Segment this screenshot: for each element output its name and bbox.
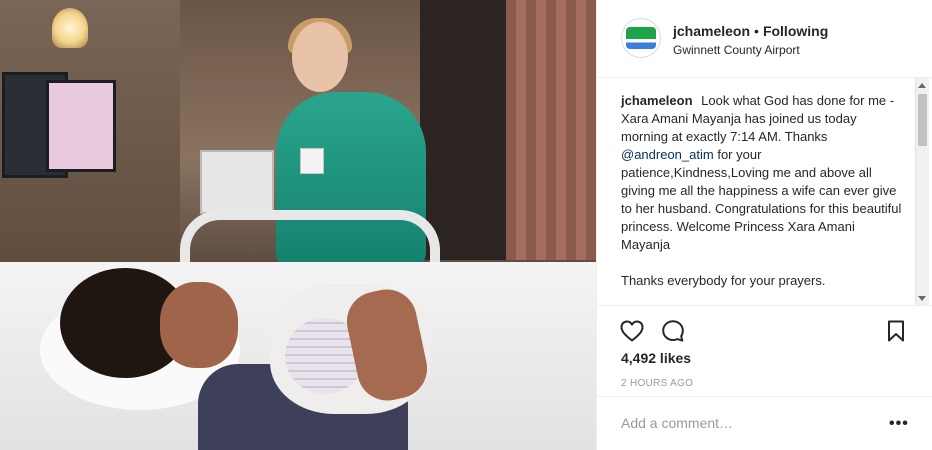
photo-scene-nurse-head <box>292 22 348 92</box>
post-location[interactable]: Gwinnett County Airport <box>673 43 800 57</box>
comment-button[interactable] <box>660 318 686 344</box>
like-button[interactable] <box>619 318 645 344</box>
add-comment-section: ••• <box>597 396 932 450</box>
photo-scene-badge <box>300 148 324 174</box>
caption-username[interactable]: jchameleon <box>621 93 693 108</box>
post-timestamp[interactable]: 2 HOURS AGO <box>621 378 693 389</box>
header-separator: • <box>754 23 759 39</box>
following-button[interactable]: Following <box>763 23 828 39</box>
comment-input[interactable] <box>621 411 881 435</box>
scroll-up-arrow-icon[interactable] <box>918 83 926 88</box>
comments-area[interactable]: jchameleon Look what God has done for me… <box>597 78 932 306</box>
save-button[interactable] <box>883 318 909 344</box>
scrollbar-thumb[interactable] <box>918 94 927 146</box>
avatar[interactable] <box>621 18 661 58</box>
caption-mention-link[interactable]: @andreon_atim <box>621 147 714 162</box>
post-side-panel: jchameleon • Following Gwinnett County Air… <box>596 0 932 450</box>
likes-count[interactable]: 4,492 likes <box>621 350 691 366</box>
post-photo[interactable] <box>0 0 596 450</box>
post-actions <box>597 306 932 350</box>
bookmark-icon <box>888 320 904 342</box>
photo-scene-machine <box>200 150 274 214</box>
comment-bubble-icon <box>662 320 684 342</box>
instagram-post: jchameleon • Following Gwinnett County Air… <box>0 0 932 450</box>
photo-scene-monitor-2 <box>46 80 116 172</box>
header-username[interactable]: jchameleon <box>673 23 750 39</box>
heart-icon <box>620 320 644 342</box>
photo-scene-lamp <box>52 8 88 48</box>
photo-scene-mother-face <box>160 282 238 368</box>
champions-logo-icon <box>626 27 656 49</box>
post-caption: jchameleon Look what God has done for me… <box>621 92 903 290</box>
caption-second-paragraph: Thanks everybody for your prayers. <box>621 273 826 288</box>
photo-scene-curtain <box>506 0 596 260</box>
scroll-down-arrow-icon[interactable] <box>918 296 926 301</box>
header-user-line: jchameleon • Following <box>673 23 828 39</box>
post-header: jchameleon • Following Gwinnett County Air… <box>597 0 932 78</box>
caption-text-part-2: for your patience,Kindness,Loving me and… <box>621 147 902 252</box>
comments-scrollbar[interactable] <box>915 78 929 305</box>
more-options-button[interactable]: ••• <box>889 416 909 432</box>
